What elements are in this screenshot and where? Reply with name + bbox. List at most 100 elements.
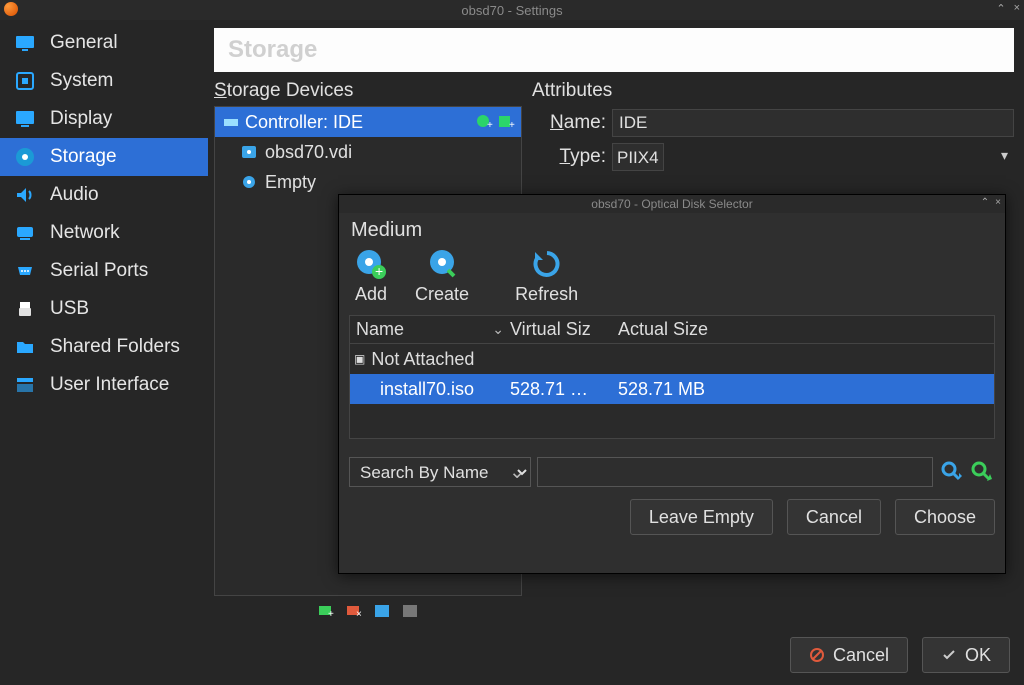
sidebar-item-label: USB — [50, 298, 89, 320]
add-button[interactable]: + Add — [355, 248, 387, 305]
medium-row[interactable]: install70.iso 528.71 … 528.71 MB — [350, 374, 994, 404]
settings-sidebar: General System Display Storage Audio — [0, 20, 208, 630]
chip-icon — [14, 70, 36, 92]
svg-text:+: + — [487, 120, 493, 131]
monitor-icon — [14, 32, 36, 54]
optical-icon — [241, 174, 257, 190]
medium-toolbar: + Add Create Refresh — [355, 248, 995, 305]
modal-cancel-button[interactable]: Cancel — [787, 499, 881, 535]
svg-text:+: + — [375, 263, 383, 279]
optical-disk-selector-dialog: obsd70 - Optical Disk Selector ⌃ × Mediu… — [338, 194, 1006, 574]
medium-group-not-attached[interactable]: ▣ Not Attached — [350, 344, 994, 374]
page-title: Storage — [214, 28, 1014, 72]
col-actual-size[interactable]: Actual Size — [618, 319, 994, 340]
sidebar-item-label: Shared Folders — [50, 336, 180, 358]
sidebar-item-label: Storage — [50, 146, 117, 168]
create-button[interactable]: Create — [415, 248, 469, 305]
modal-rollup-icon[interactable]: ⌃ — [981, 197, 989, 208]
controller-label: Controller: IDE — [245, 112, 363, 133]
modal-footer: Leave Empty Cancel Choose — [349, 499, 995, 535]
refresh-icon — [531, 248, 563, 280]
serial-port-icon — [14, 260, 36, 282]
sidebar-item-display[interactable]: Display — [0, 100, 208, 138]
sidebar-item-serial[interactable]: Serial Ports — [0, 252, 208, 290]
medium-label: Medium — [351, 219, 995, 242]
leave-empty-button[interactable]: Leave Empty — [630, 499, 773, 535]
add-disc-icon: + — [355, 248, 387, 280]
cancel-icon — [809, 647, 825, 663]
window-title: obsd70 - Settings — [461, 3, 562, 18]
minimize-icon[interactable]: ⌃ — [996, 2, 1005, 15]
choose-button[interactable]: Choose — [895, 499, 995, 535]
modal-title: obsd70 - Optical Disk Selector — [591, 197, 752, 211]
storage-devices-title: SStorage Devicestorage Devices — [214, 80, 522, 102]
col-virtual-size[interactable]: Virtual Siz — [510, 319, 618, 340]
medium-virtual-size: 528.71 … — [510, 379, 618, 400]
medium-table[interactable]: Name Virtual Siz Actual Size ▣ Not Attac… — [349, 315, 995, 439]
sidebar-item-label: Display — [50, 108, 112, 130]
sidebar-item-label: Serial Ports — [50, 260, 148, 282]
disk-row-optical[interactable]: Empty — [215, 167, 521, 197]
attr-name-input[interactable] — [612, 109, 1014, 137]
folder-icon — [14, 336, 36, 358]
controller-row[interactable]: Controller: IDE + + — [215, 107, 521, 137]
search-row: Search By Name — [349, 457, 995, 487]
check-icon — [941, 647, 957, 663]
disk-label: Empty — [265, 172, 316, 193]
display-icon — [14, 108, 36, 130]
titlebar: obsd70 - Settings ⌃ × — [0, 0, 1024, 20]
sidebar-item-general[interactable]: General — [0, 24, 208, 62]
sidebar-item-label: Network — [50, 222, 120, 244]
attr-type-select[interactable]: PIIX4 — [612, 143, 664, 171]
ui-icon — [14, 374, 36, 396]
sidebar-item-user-interface[interactable]: User Interface — [0, 366, 208, 404]
storage-icon — [14, 146, 36, 168]
add-controller-icon[interactable]: + — [317, 602, 335, 620]
sidebar-item-usb[interactable]: USB — [0, 290, 208, 328]
ok-button[interactable]: OK — [922, 637, 1010, 673]
col-name[interactable]: Name — [350, 319, 510, 340]
sidebar-item-shared-folders[interactable]: Shared Folders — [0, 328, 208, 366]
svg-text:+: + — [328, 609, 334, 620]
modal-titlebar: obsd70 - Optical Disk Selector ⌃ × — [339, 195, 1005, 213]
sidebar-item-network[interactable]: Network — [0, 214, 208, 252]
svg-text:×: × — [356, 609, 362, 620]
medium-table-head[interactable]: Name Virtual Siz Actual Size — [350, 316, 994, 344]
medium-name: install70.iso — [350, 379, 510, 400]
remove-attachment-icon[interactable] — [401, 602, 419, 620]
cancel-button[interactable]: Cancel — [790, 637, 908, 673]
modal-close-icon[interactable]: × — [995, 197, 1001, 208]
add-optical-icon[interactable]: + — [475, 113, 493, 131]
audio-icon — [14, 184, 36, 206]
sidebar-item-storage[interactable]: Storage — [0, 138, 208, 176]
disk-row-vdi[interactable]: obsd70.vdi — [215, 137, 521, 167]
sidebar-item-label: System — [50, 70, 113, 92]
add-hdd-icon[interactable]: + — [497, 113, 515, 131]
controller-chip-icon — [223, 114, 239, 130]
storage-toolbar: + × — [214, 602, 522, 620]
sidebar-item-system[interactable]: System — [0, 62, 208, 100]
create-label: Create — [415, 284, 469, 305]
ok-label: OK — [965, 645, 991, 666]
search-input[interactable] — [537, 457, 933, 487]
search-mode-select[interactable]: Search By Name — [349, 457, 531, 487]
attr-name-label: Name: — [532, 112, 606, 134]
search-next-icon[interactable] — [969, 459, 995, 485]
collapse-icon[interactable]: ▣ — [354, 352, 365, 366]
hdd-icon — [241, 144, 257, 160]
sidebar-item-label: Audio — [50, 184, 99, 206]
remove-controller-icon[interactable]: × — [345, 602, 363, 620]
add-label: Add — [355, 284, 387, 305]
modal-window-buttons[interactable]: ⌃ × — [981, 197, 1001, 208]
medium-actual-size: 528.71 MB — [618, 379, 994, 400]
add-attachment-icon[interactable] — [373, 602, 391, 620]
window-buttons[interactable]: ⌃ × — [996, 2, 1020, 15]
sidebar-item-audio[interactable]: Audio — [0, 176, 208, 214]
create-disc-icon — [426, 248, 458, 280]
refresh-button[interactable]: Refresh — [515, 248, 578, 305]
refresh-label: Refresh — [515, 284, 578, 305]
attributes-title: Attributes — [532, 80, 1014, 102]
close-icon[interactable]: × — [1014, 2, 1020, 15]
disk-label: obsd70.vdi — [265, 142, 352, 163]
search-prev-icon[interactable] — [939, 459, 965, 485]
